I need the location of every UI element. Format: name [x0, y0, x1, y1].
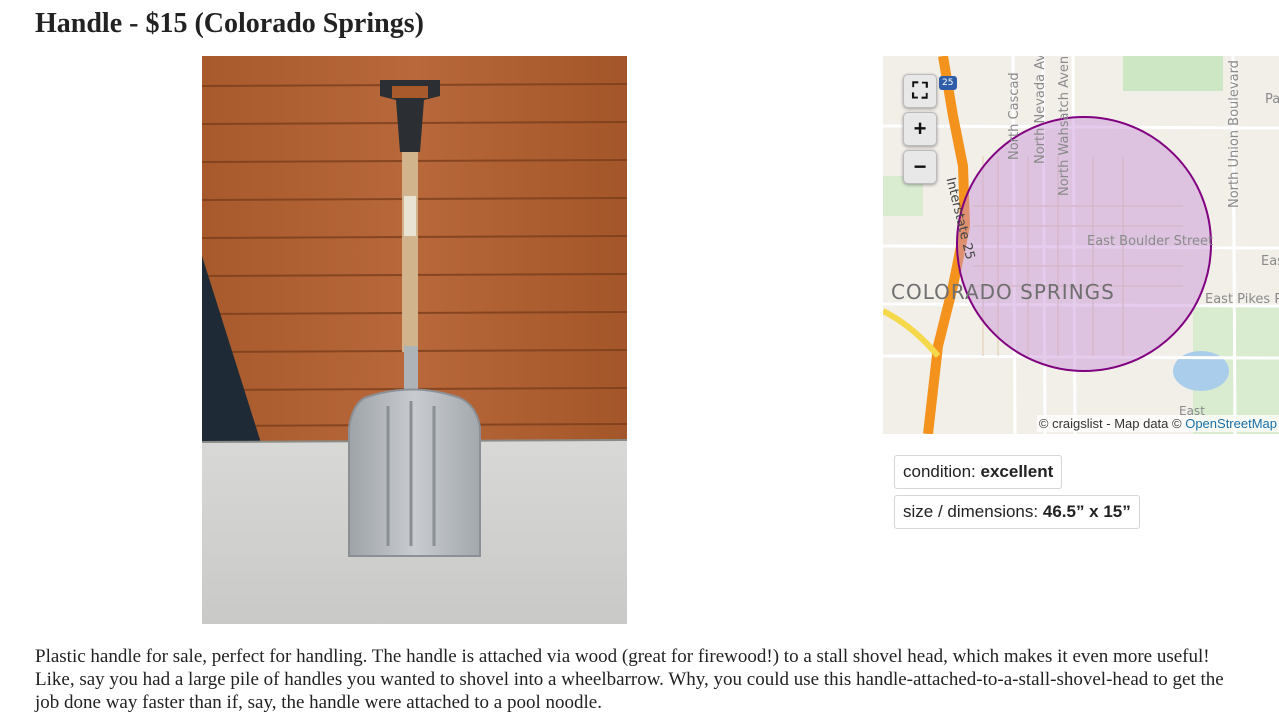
attribute-size: size / dimensions: 46.5” x 15”: [894, 495, 1140, 529]
location-map[interactable]: ⛶ + − 25 COLORADO SPRINGS East Boulder S…: [883, 56, 1279, 434]
plus-icon: +: [913, 116, 927, 141]
map-label-union: North Union Boulevard: [1227, 60, 1242, 208]
map-tiles: [883, 56, 1279, 434]
shovel-image: [202, 56, 627, 624]
posting-body: Plastic handle for sale, perfect for han…: [35, 646, 1224, 713]
openstreetmap-link[interactable]: OpenStreetMap: [1185, 416, 1277, 431]
map-label-nevada: North Nevada Av: [1033, 56, 1048, 164]
map-label-wahsatch: North Wahsatch Avenu: [1057, 56, 1072, 196]
zoom-in-button[interactable]: +: [903, 112, 937, 146]
attribute-value: 46.5” x 15”: [1042, 502, 1131, 521]
fullscreen-button[interactable]: ⛶: [903, 74, 937, 108]
minus-icon: −: [913, 154, 927, 179]
fullscreen-icon: ⛶: [912, 78, 928, 103]
map-label-pikes: East Pikes P: [1205, 292, 1279, 307]
zoom-out-button[interactable]: −: [903, 150, 937, 184]
map-label-cascade: North Cascad: [1007, 72, 1022, 160]
map-label-pa: Pa: [1265, 92, 1279, 107]
attribute-label: condition:: [903, 462, 976, 481]
map-label-hwy: 25: [942, 78, 954, 88]
map-label-boulder: East Boulder Street: [1087, 234, 1214, 249]
map-label-eas: Eas: [1261, 254, 1279, 269]
attribute-value: excellent: [980, 462, 1054, 481]
attribution-text: © craigslist - Map data ©: [1038, 416, 1182, 431]
map-label-city: COLORADO SPRINGS: [891, 280, 1115, 304]
posting-title: Handle - $15 (Colorado Springs): [35, 8, 424, 39]
attribute-condition: condition: excellent: [894, 455, 1063, 489]
attribute-label: size / dimensions:: [903, 502, 1039, 521]
listing-photo[interactable]: [202, 56, 627, 624]
map-attribution: © craigslist - Map data © OpenStreetMap: [1036, 415, 1279, 432]
